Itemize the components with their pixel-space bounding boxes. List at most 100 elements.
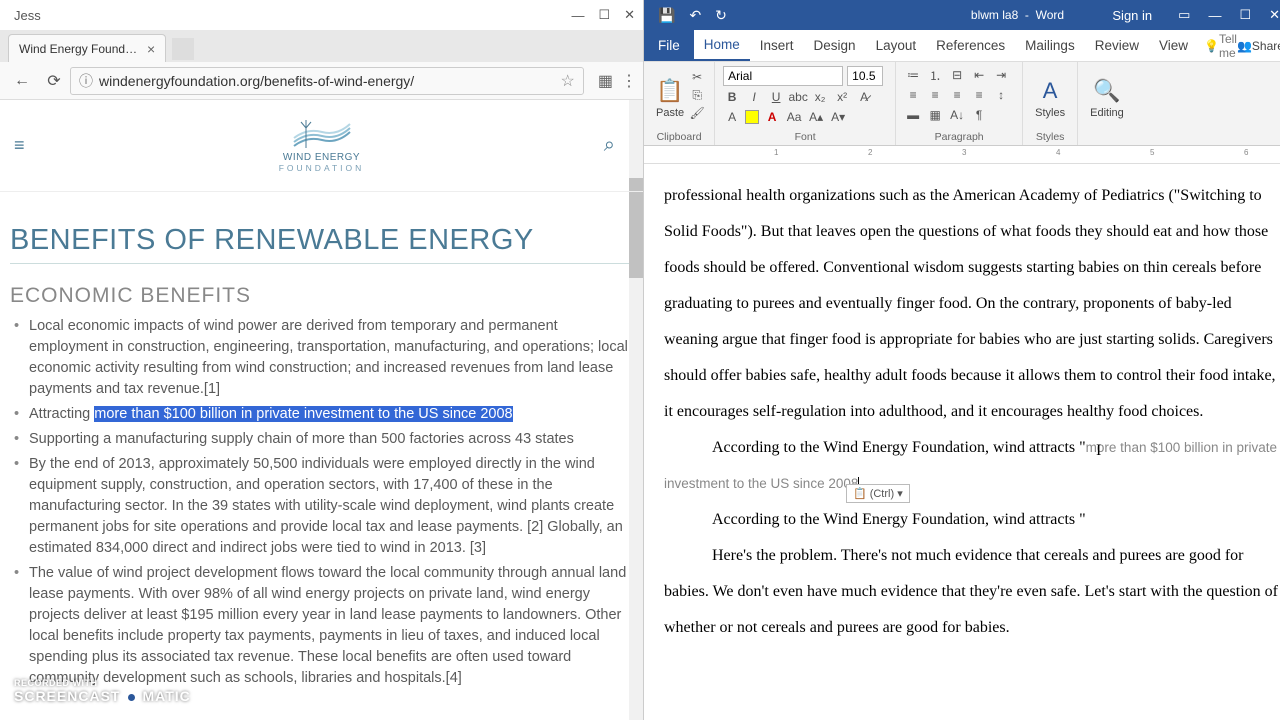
format-painter-icon[interactable]: 🖌 — [688, 104, 706, 122]
tab-file[interactable]: File — [644, 30, 694, 61]
close-icon[interactable]: ✕ — [1269, 7, 1280, 23]
align-right-icon[interactable]: ≡ — [948, 86, 966, 104]
signin-button[interactable]: Sign in — [1112, 8, 1152, 23]
extension-icon[interactable]: ▦ — [598, 71, 613, 91]
font-color-button[interactable]: A — [763, 108, 781, 126]
ruler-tick: 1 — [774, 148, 778, 157]
page-heading: BENEFITS OF RENEWABLE ENERGY — [10, 224, 633, 264]
share-button[interactable]: 👥 Share — [1237, 39, 1280, 53]
close-icon[interactable]: ✕ — [624, 7, 635, 23]
tab-home[interactable]: Home — [694, 30, 750, 61]
tell-me-box[interactable]: 💡 Tell me — [1204, 32, 1237, 60]
styles-button[interactable]: A Styles — [1031, 66, 1069, 128]
decrease-indent-icon[interactable]: ⇤ — [970, 66, 988, 84]
url-text: windenergyfoundation.org/benefits-of-win… — [99, 73, 414, 89]
strikethrough-button[interactable]: abc — [789, 88, 807, 106]
tab-design[interactable]: Design — [804, 30, 866, 61]
screencast-watermark: RECORDED WITH SCREENCASTMATIC — [14, 678, 191, 707]
group-label: Styles — [1031, 129, 1069, 143]
editing-button[interactable]: 🔍 Editing — [1086, 66, 1128, 128]
tab-close-icon[interactable]: × — [147, 41, 155, 57]
chrome-user-label[interactable]: Jess — [14, 8, 41, 23]
copy-icon[interactable]: ⎘ — [688, 86, 706, 104]
tab-references[interactable]: References — [926, 30, 1015, 61]
i-beam-cursor-icon: I — [1096, 442, 1101, 460]
paragraph: Here's the problem. There's not much evi… — [664, 538, 1278, 646]
paste-options-button[interactable]: (Ctrl) ▾ — [846, 484, 910, 503]
ruler-tick: 5 — [1150, 148, 1154, 157]
hamburger-menu-icon[interactable]: ≡ — [14, 135, 25, 156]
styles-icon: A — [1043, 75, 1058, 107]
paste-button[interactable]: 📋 Paste — [652, 66, 688, 128]
font-size-input[interactable]: 10.5 — [847, 66, 883, 86]
reload-icon[interactable]: ⟳ — [44, 71, 64, 91]
chrome-window: Jess — ☐ ✕ Wind Energy Foundation × ← ⟳ … — [0, 0, 644, 720]
back-icon[interactable]: ← — [12, 71, 32, 91]
justify-icon[interactable]: ≡ — [970, 86, 988, 104]
font-group: Arial 10.5 B I U abc x₂ x² A̷ A A Aa A▴ … — [715, 62, 896, 145]
ruler[interactable]: 1 2 3 4 5 6 — [644, 146, 1280, 164]
benefits-list: Local economic impacts of wind power are… — [10, 316, 633, 689]
ruler-tick: 4 — [1056, 148, 1060, 157]
scrollbar-thumb[interactable] — [629, 178, 643, 278]
italic-button[interactable]: I — [745, 88, 763, 106]
sort-icon[interactable]: A↓ — [948, 106, 966, 124]
paragraph: According to the Wind Energy Foundation,… — [664, 430, 1278, 502]
new-tab-button[interactable] — [172, 38, 194, 60]
chrome-tab[interactable]: Wind Energy Foundation × — [8, 34, 166, 62]
bullets-icon[interactable]: ≔ — [904, 66, 922, 84]
section-heading: ECONOMIC BENEFITS — [10, 284, 633, 308]
tab-mailings[interactable]: Mailings — [1015, 30, 1085, 61]
tab-layout[interactable]: Layout — [866, 30, 927, 61]
site-logo[interactable]: WIND ENERGY FOUNDATION — [279, 118, 365, 173]
text-effects-icon[interactable]: A — [723, 108, 741, 126]
highlight-color-button[interactable] — [745, 110, 759, 124]
redo-icon[interactable]: ↻ — [715, 7, 727, 24]
minimize-icon[interactable]: — — [1208, 8, 1221, 23]
numbering-icon[interactable]: ⒈ — [926, 66, 944, 84]
undo-icon[interactable]: ↶ — [689, 7, 701, 24]
align-center-icon[interactable]: ≡ — [926, 86, 944, 104]
clear-format-icon[interactable]: A̷ — [855, 88, 873, 106]
show-marks-icon[interactable]: ¶ — [970, 106, 988, 124]
line-spacing-icon[interactable]: ↕ — [992, 86, 1010, 104]
list-item: The value of wind project development fl… — [10, 563, 633, 689]
document-area[interactable]: professional health organizations such a… — [644, 164, 1280, 720]
borders-icon[interactable]: ▦ — [926, 106, 944, 124]
tab-review[interactable]: Review — [1085, 30, 1149, 61]
bold-button[interactable]: B — [723, 88, 741, 106]
info-icon[interactable]: ⓘ — [79, 71, 93, 91]
document-text: professional health organizations such a… — [664, 178, 1278, 646]
multilevel-icon[interactable]: ⊟ — [948, 66, 966, 84]
group-label: Font — [723, 129, 887, 143]
titlebar-right: Sign in ▭ — ☐ ✕ — [1094, 7, 1280, 23]
site-header: ≡ WIND ENERGY FOUNDATION ⌕ — [0, 100, 643, 192]
cut-icon[interactable]: ✂ — [688, 68, 706, 86]
maximize-icon[interactable]: ☐ — [1239, 7, 1251, 23]
chrome-right-icons: ▦ ⋮ — [590, 71, 637, 91]
styles-group: A Styles Styles — [1023, 62, 1078, 145]
change-case-button[interactable]: Aa — [785, 108, 803, 126]
chrome-titlebar: Jess — ☐ ✕ — [0, 0, 643, 30]
superscript-button[interactable]: x² — [833, 88, 851, 106]
shading-icon[interactable]: ▬ — [904, 106, 922, 124]
search-icon[interactable]: ⌕ — [604, 134, 615, 157]
minimize-icon[interactable]: — — [571, 8, 584, 23]
increase-indent-icon[interactable]: ⇥ — [992, 66, 1010, 84]
font-name-input[interactable]: Arial — [723, 66, 843, 86]
maximize-icon[interactable]: ☐ — [598, 7, 610, 23]
save-icon[interactable]: 💾 — [658, 7, 675, 24]
grow-font-icon[interactable]: A▴ — [807, 108, 825, 126]
bookmark-star-icon[interactable]: ☆ — [561, 71, 575, 91]
tab-insert[interactable]: Insert — [750, 30, 804, 61]
align-left-icon[interactable]: ≡ — [904, 86, 922, 104]
watermark-rec: RECORDED WITH — [14, 678, 191, 688]
ribbon-options-icon[interactable]: ▭ — [1178, 7, 1190, 23]
tab-view[interactable]: View — [1149, 30, 1198, 61]
subscript-button[interactable]: x₂ — [811, 88, 829, 106]
word-titlebar: 💾 ↶ ↻ blwm la8 - Word Sign in ▭ — ☐ ✕ — [644, 0, 1280, 30]
shrink-font-icon[interactable]: A▾ — [829, 108, 847, 126]
menu-icon[interactable]: ⋮ — [621, 71, 637, 91]
url-input[interactable]: ⓘ windenergyfoundation.org/benefits-of-w… — [70, 67, 584, 95]
underline-button[interactable]: U — [767, 88, 785, 106]
